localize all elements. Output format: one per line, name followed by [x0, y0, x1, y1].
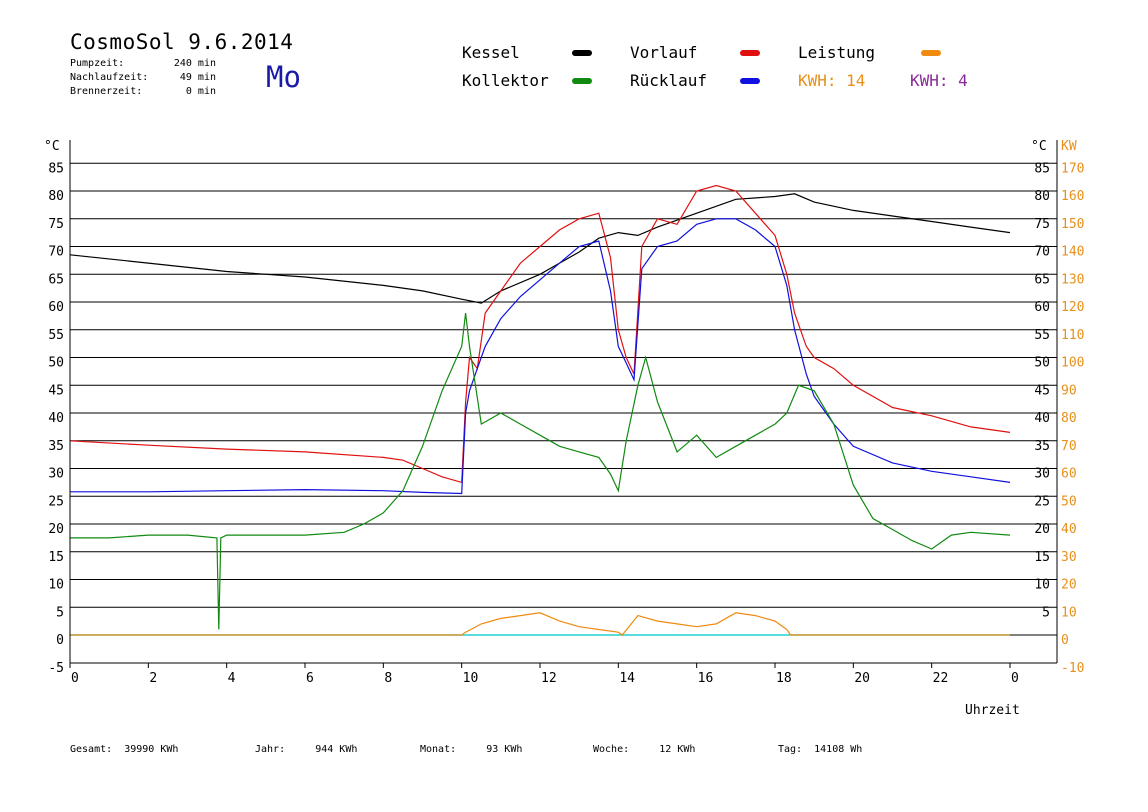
- x-tick-label: 16: [698, 671, 714, 686]
- y-tick-label-right-power: 130: [1061, 272, 1084, 287]
- x-tick-label: 0: [71, 671, 79, 686]
- footer-jahr: Jahr: 944 KWh: [255, 744, 357, 755]
- series-line-vorlauf: [69, 184, 1011, 484]
- footer-value: 39990 KWh: [124, 744, 179, 755]
- series-lines: [69, 184, 1011, 636]
- y-tick-label-left: 45: [48, 383, 64, 398]
- y-tick-label-left: 25: [48, 494, 64, 509]
- footer-value: 14108 Wh: [814, 744, 863, 755]
- y-tick-label-left: 50: [48, 356, 64, 371]
- x-tick-label: 10: [463, 671, 479, 686]
- y-tick-label-right-power: 170: [1061, 161, 1084, 176]
- y-tick-label-right-temp: 25: [1034, 494, 1050, 509]
- y-tick-label-right-power: 70: [1061, 439, 1077, 454]
- series-line-leistung: [70, 612, 1010, 636]
- y-tick-label-right-temp: 30: [1034, 467, 1050, 482]
- footer-label: Jahr:: [255, 744, 286, 755]
- series-line-kollektor: [70, 313, 1011, 630]
- footer-monat: Monat: 93 KWh: [420, 744, 522, 755]
- y-tick-label-left: 40: [48, 411, 64, 426]
- y-tick-label-right-temp: 10: [1034, 578, 1050, 593]
- y-tick-label-left: 55: [48, 328, 64, 343]
- y-tick-label-right-temp: 70: [1034, 245, 1050, 260]
- footer-value: 93 KWh: [486, 744, 523, 755]
- footer-gesamt: Gesamt: 39990 KWh: [70, 744, 178, 755]
- y-tick-label-right-power: 90: [1061, 383, 1077, 398]
- y-tick-label-right-power: 100: [1061, 356, 1084, 371]
- footer-label: Monat:: [420, 744, 457, 755]
- y-tick-label-left: 0: [56, 633, 64, 648]
- y-tick-label-right-power: 0: [1061, 633, 1069, 648]
- y-tick-label-left: 30: [48, 467, 64, 482]
- y-tick-label-left: 15: [48, 550, 64, 565]
- series-line-kessel: [69, 193, 1011, 304]
- y-tick-label-left: 10: [48, 578, 64, 593]
- y-tick-label-right-temp: 75: [1034, 217, 1050, 232]
- y-tick-label-left: 20: [48, 522, 64, 537]
- footer-label: Tag:: [778, 744, 803, 755]
- y-tick-label-right-temp: 20: [1034, 522, 1050, 537]
- y-tick-label-right-power: 30: [1061, 550, 1077, 565]
- footer-woche: Woche: 12 KWh: [593, 744, 695, 755]
- y-tick-label-left: 35: [48, 439, 64, 454]
- y-tick-label-left: -5: [48, 661, 64, 676]
- y-tick-label-right-temp: 35: [1034, 439, 1050, 454]
- x-tick-label: 4: [228, 671, 236, 686]
- y-tick-label-right-power: -10: [1061, 661, 1084, 676]
- y-tick-label-right-temp: 40: [1034, 411, 1050, 426]
- y-tick-label-right-power: 160: [1061, 189, 1084, 204]
- y-tick-label-right-power: 20: [1061, 578, 1077, 593]
- y-tick-label-right-power: 120: [1061, 300, 1084, 315]
- x-axis-label: Uhrzeit: [965, 703, 1020, 718]
- y-tick-label-right-temp: 65: [1034, 272, 1050, 287]
- y-tick-label-right-power: 10: [1061, 605, 1077, 620]
- footer-label: Woche:: [593, 744, 630, 755]
- y-tick-label-right-temp: 55: [1034, 328, 1050, 343]
- footer-value: 12 KWh: [659, 744, 696, 755]
- x-tick-label: 0: [1011, 671, 1019, 686]
- y-tick-label-right-power: 110: [1061, 328, 1084, 343]
- left-unit-label: °C: [44, 139, 60, 154]
- y-tick-label-right-temp: 5: [1042, 605, 1050, 620]
- y-tick-label-right-power: 60: [1061, 467, 1077, 482]
- y-tick-label-right-power: 150: [1061, 217, 1084, 232]
- y-tick-label-left: 80: [48, 189, 64, 204]
- x-tick-label: 18: [776, 671, 792, 686]
- right-power-unit-label: KW: [1061, 139, 1077, 154]
- temperature-chart: 0 2 4 6 8 10 12 14 16 18 20 22 085807570656055504540…: [44, 139, 1084, 718]
- y-tick-label-right-temp: 85: [1034, 161, 1050, 176]
- series-line-rcklauf: [70, 218, 1011, 495]
- y-tick-label-right-temp: 80: [1034, 189, 1050, 204]
- footer-label: Gesamt:: [70, 744, 113, 755]
- grid: [70, 162, 1057, 636]
- y-tick-label-left: 75: [48, 217, 64, 232]
- y-tick-label-left: 70: [48, 245, 64, 260]
- y-tick-label-right-temp: 45: [1034, 383, 1050, 398]
- x-tick-label: 14: [619, 671, 635, 686]
- y-tick-label-right-power: 140: [1061, 245, 1084, 260]
- right-temp-unit-label: °C: [1031, 139, 1047, 154]
- y-tick-label-right-temp: 15: [1034, 550, 1050, 565]
- footer-value: 944 KWh: [315, 744, 358, 755]
- y-tick-label-left: 5: [56, 605, 64, 620]
- x-tick-label: 8: [384, 671, 392, 686]
- y-tick-label-right-temp: 60: [1034, 300, 1050, 315]
- x-tick-label: 20: [854, 671, 870, 686]
- y-tick-label-left: 65: [48, 272, 64, 287]
- y-tick-label-left: 60: [48, 300, 64, 315]
- y-tick-label-left: 85: [48, 161, 64, 176]
- x-tick-label: 6: [306, 671, 314, 686]
- y-tick-label-right-temp: 50: [1034, 356, 1050, 371]
- y-tick-label-right-power: 50: [1061, 494, 1077, 509]
- x-tick-label: 12: [541, 671, 557, 686]
- footer-tag: Tag: 14108 Wh: [778, 744, 862, 755]
- x-tick-label: 2: [149, 671, 157, 686]
- x-tick-label: 22: [933, 671, 949, 686]
- y-tick-label-right-power: 40: [1061, 522, 1077, 537]
- y-tick-label-right-power: 80: [1061, 411, 1077, 426]
